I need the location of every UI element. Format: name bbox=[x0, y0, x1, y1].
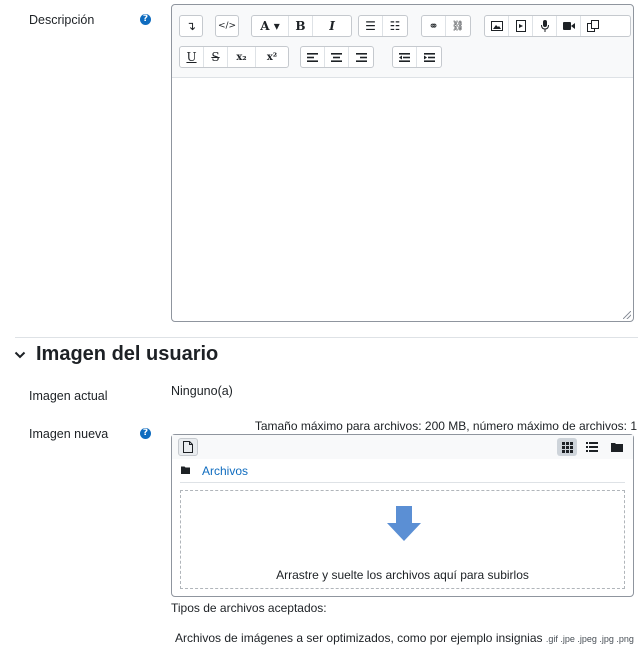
underline-button[interactable]: U bbox=[180, 47, 204, 67]
manage-files-icon[interactable] bbox=[581, 16, 605, 36]
toolbar-group-style: A ▾ B I bbox=[251, 15, 352, 37]
add-file-button[interactable] bbox=[178, 438, 198, 456]
indent-icon[interactable] bbox=[417, 47, 441, 67]
view-list-button[interactable] bbox=[582, 438, 602, 456]
text-editor: ↴ </> A ▾ B I ☰ ☷ ⚭ ⛓ U S x₂ x² bbox=[171, 4, 634, 322]
toolbar-group-lists: ☰ ☷ bbox=[358, 15, 408, 37]
toolbar-group-format: U S x₂ x² bbox=[179, 46, 289, 68]
collapse-icon[interactable]: ↴ bbox=[180, 16, 202, 36]
file-picker-toolbar bbox=[172, 435, 633, 459]
folder-icon bbox=[611, 443, 623, 452]
toolbar-group-links: ⚭ ⛓ bbox=[421, 15, 471, 37]
record-audio-icon[interactable] bbox=[533, 16, 557, 36]
ordered-list-icon[interactable]: ☷ bbox=[383, 16, 407, 36]
link-icon[interactable]: ⚭ bbox=[422, 16, 446, 36]
file-icon bbox=[183, 441, 193, 453]
section-divider bbox=[15, 337, 638, 338]
italic-button[interactable]: I bbox=[313, 16, 351, 36]
font-style-button[interactable]: A ▾ bbox=[252, 16, 289, 36]
bold-button[interactable]: B bbox=[289, 16, 313, 36]
list-icon bbox=[586, 442, 598, 452]
align-left-icon[interactable] bbox=[301, 47, 325, 67]
view-icons-button[interactable] bbox=[557, 438, 577, 456]
resize-handle-icon[interactable] bbox=[623, 311, 631, 319]
drop-zone-text: Arrastre y suelte los archivos aquí para… bbox=[276, 568, 529, 582]
grid-icon bbox=[561, 441, 573, 453]
accepted-extensions: .gif .jpe .jpeg .jpg .png bbox=[545, 634, 634, 644]
accepted-types-description: Archivos de imágenes a ser optimizados, … bbox=[175, 631, 634, 645]
toolbar-group-align bbox=[300, 46, 374, 68]
section-title[interactable]: Imagen del usuario bbox=[36, 343, 218, 366]
view-tree-button[interactable] bbox=[607, 438, 627, 456]
chevron-down-icon[interactable] bbox=[14, 349, 26, 361]
description-label: Descripción bbox=[29, 13, 95, 27]
upload-arrow-icon bbox=[387, 506, 421, 541]
accepted-types-text: Archivos de imágenes a ser optimizados, … bbox=[175, 631, 543, 645]
question-circle-icon[interactable]: ? bbox=[140, 428, 151, 439]
outdent-icon[interactable] bbox=[393, 47, 417, 67]
image-icon[interactable] bbox=[485, 16, 509, 36]
folder-path-link[interactable]: Archivos bbox=[202, 464, 248, 478]
accepted-types-title: Tipos de archivos aceptados: bbox=[171, 601, 327, 615]
editor-toolbar: ↴ </> A ▾ B I ☰ ☷ ⚭ ⛓ U S x₂ x² bbox=[172, 5, 633, 78]
folder-icon bbox=[181, 466, 190, 474]
current-image-label: Imagen actual bbox=[29, 389, 108, 403]
file-picker: Archivos Arrastre y suelte los archivos … bbox=[171, 434, 634, 597]
unordered-list-icon[interactable]: ☰ bbox=[359, 16, 383, 36]
strikethrough-button[interactable]: S bbox=[204, 47, 228, 67]
picker-divider bbox=[180, 482, 625, 483]
align-center-icon[interactable] bbox=[325, 47, 349, 67]
drop-zone[interactable]: Arrastre y suelte los archivos aquí para… bbox=[180, 490, 625, 589]
editor-content-area[interactable] bbox=[172, 78, 633, 321]
subscript-button[interactable]: x₂ bbox=[228, 47, 256, 67]
toolbar-group-media bbox=[484, 15, 631, 37]
toolbar-group-indent bbox=[392, 46, 442, 68]
media-icon[interactable] bbox=[509, 16, 533, 36]
unlink-icon[interactable]: ⛓ bbox=[446, 16, 470, 36]
file-limits-text: Tamaño máximo para archivos: 200 MB, núm… bbox=[254, 419, 637, 433]
toolbar-group-html: </> bbox=[215, 15, 239, 37]
align-right-icon[interactable] bbox=[349, 47, 373, 67]
question-circle-icon[interactable]: ? bbox=[140, 14, 151, 25]
current-image-value: Ninguno(a) bbox=[171, 384, 233, 398]
record-video-icon[interactable] bbox=[557, 16, 581, 36]
superscript-button[interactable]: x² bbox=[256, 47, 288, 67]
code-icon[interactable]: </> bbox=[216, 16, 238, 36]
toolbar-group-collapse: ↴ bbox=[179, 15, 203, 37]
new-image-label: Imagen nueva bbox=[29, 427, 109, 441]
